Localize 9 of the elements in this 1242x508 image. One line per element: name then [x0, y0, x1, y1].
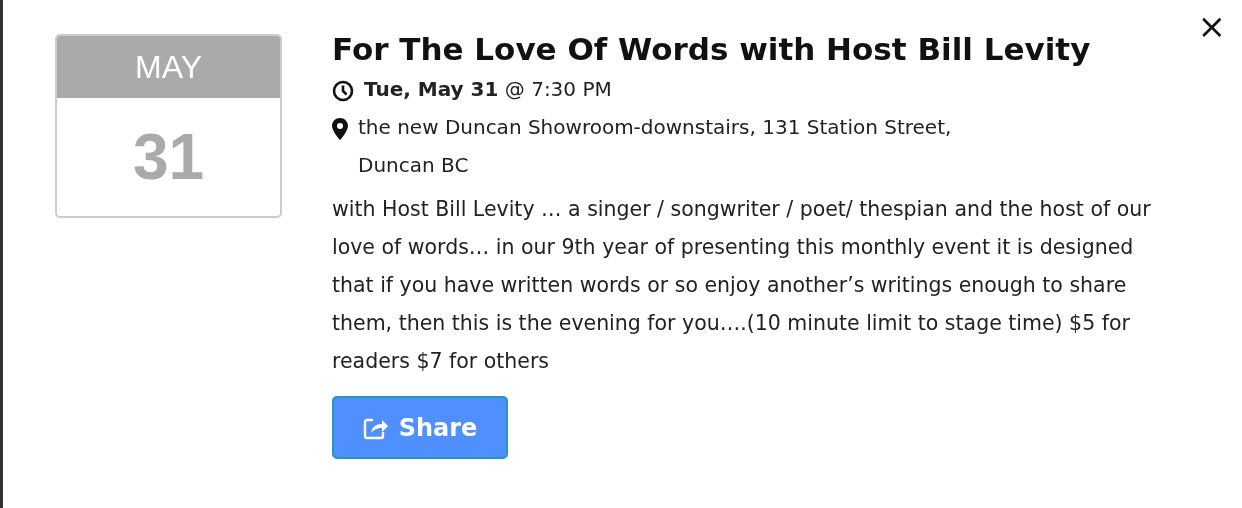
calendar-month: MAY — [57, 36, 280, 98]
event-location: the new Duncan Showroom-downstairs, 131 Station Street, Duncan BC — [358, 114, 953, 179]
clock-icon — [332, 80, 354, 102]
calendar-day: 31 — [57, 98, 280, 194]
map-pin-icon — [332, 118, 348, 140]
event-date: Tue, May 31 @ 7:30 PM — [364, 76, 612, 103]
close-button[interactable]: × — [1191, 8, 1232, 44]
event-title: For The Love Of Words with Host Bill Levity — [332, 34, 1091, 69]
event-description: with Host Bill Levity … a singer / songwriter / poet/ thespian and the host of our love of words… in our 9th year of presenting this monthly event it is designed that if you have written words or so enjoy another’s writings enough to share them, then this is the evening for you….(10 minute limit to stage time) $5 for readers $7 for others — [332, 196, 1152, 375]
